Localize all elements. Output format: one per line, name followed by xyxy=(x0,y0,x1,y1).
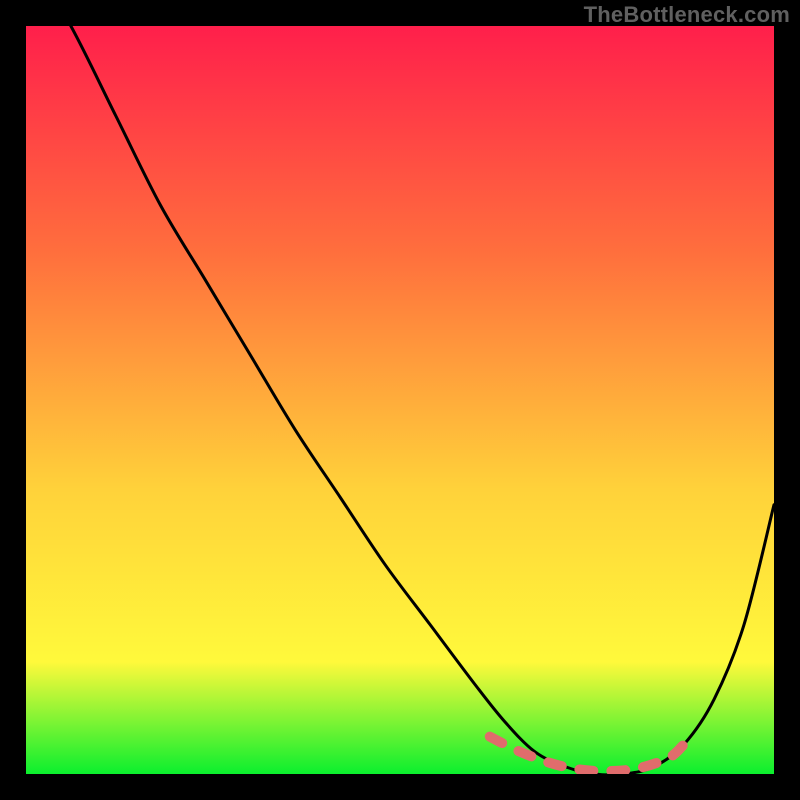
plot-svg xyxy=(26,26,774,774)
plot-area xyxy=(26,26,774,774)
gradient-background xyxy=(26,26,774,774)
watermark-text: TheBottleneck.com xyxy=(584,2,790,28)
chart-stage: TheBottleneck.com xyxy=(0,0,800,800)
